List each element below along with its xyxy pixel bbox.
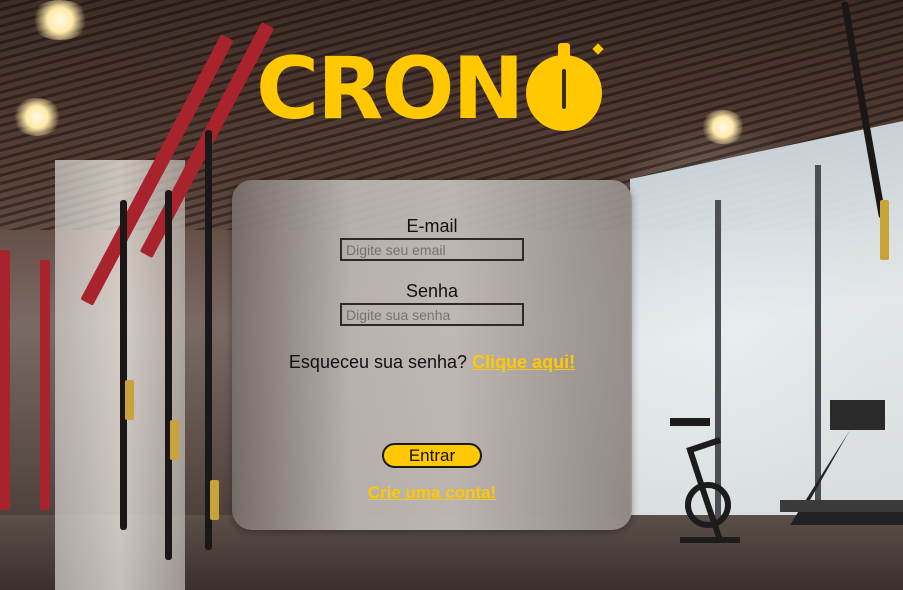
background-strap-handle (125, 380, 134, 420)
login-form: E-mail Senha Esqueceu sua senha? Clique … (232, 180, 632, 530)
ceiling-light (30, 0, 90, 40)
password-field[interactable] (340, 303, 524, 326)
background-rack (0, 250, 10, 510)
background-rack (40, 260, 50, 510)
background-strap (120, 200, 127, 530)
forgot-password-link[interactable]: Clique aqui! (472, 352, 575, 372)
background-strap (165, 190, 172, 560)
crono-logo: CRON (256, 39, 605, 139)
ceiling-light (12, 98, 62, 136)
ceiling-light (700, 110, 746, 144)
signup-row: Crie uma conta! (232, 483, 632, 503)
treadmill (780, 400, 903, 525)
email-field[interactable] (340, 238, 524, 261)
background-strap-handle (210, 480, 219, 520)
stopwatch-icon (526, 43, 605, 131)
create-account-link[interactable]: Crie uma conta! (368, 483, 496, 502)
login-button[interactable]: Entrar (382, 443, 482, 468)
background-strap-handle (170, 420, 179, 460)
forgot-password-text: Esqueceu sua senha? (288, 352, 468, 372)
exercise-bike (670, 418, 740, 543)
login-page: CRON E-mail Senha Esqueceu sua senha? Cl… (0, 0, 903, 590)
forgot-password-row: Esqueceu sua senha? Clique aqui! (232, 352, 632, 373)
email-label: E-mail (406, 216, 458, 236)
password-label: Senha (405, 281, 459, 301)
logo-wordmark: CRON (256, 39, 524, 139)
background-strap-handle (880, 200, 889, 260)
